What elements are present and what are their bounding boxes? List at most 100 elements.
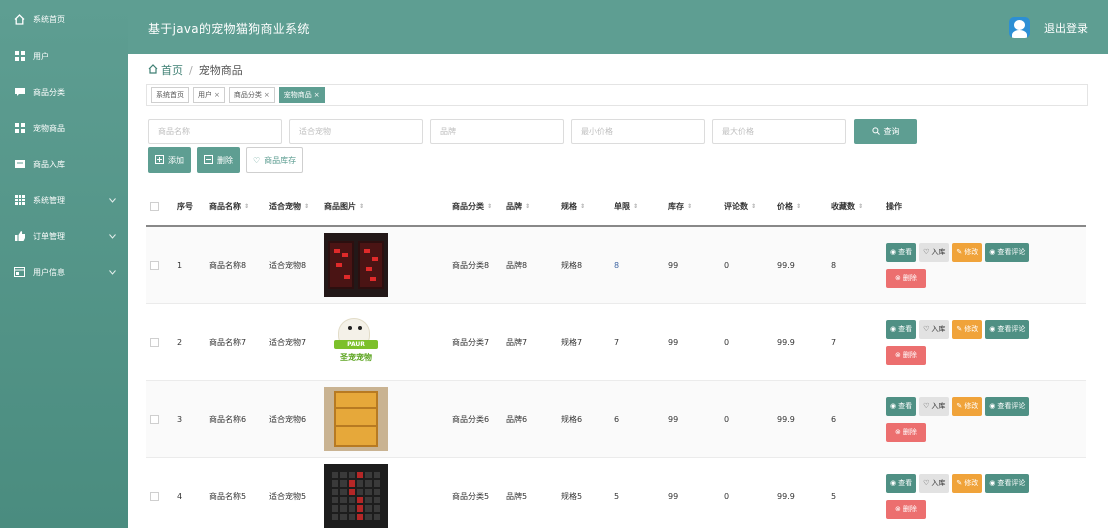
top-header: 基于java的宠物猫狗商业系统 退出登录 — [128, 0, 1108, 54]
cell-no-value: 3 — [177, 414, 183, 424]
edit-button[interactable]: ✎ 修改 — [952, 473, 983, 493]
cell-category-value: 商品分类6 — [452, 414, 490, 424]
cell-pet: 适合宠物5 — [269, 491, 324, 502]
column-header[interactable]: 商品分类 ⇕ — [452, 201, 506, 212]
max-price-input[interactable] — [712, 119, 846, 144]
sidebar-item-6[interactable]: 订单管理 — [0, 218, 128, 254]
view-reviews-button[interactable]: ◉ 查看评论 — [985, 319, 1030, 339]
cell-name-value: 商品名称8 — [209, 260, 247, 270]
view-reviews-button[interactable]: ◉ 查看评论 — [985, 473, 1030, 493]
edit-button-label: 修改 — [964, 248, 979, 256]
product-image — [324, 464, 388, 528]
column-header[interactable]: 序号 — [177, 201, 209, 212]
sort-icon[interactable]: ⇕ — [796, 203, 801, 210]
close-icon[interactable]: × — [264, 91, 270, 99]
sidebar-item-7[interactable]: 用户信息 — [0, 254, 128, 290]
sort-icon[interactable]: ⇕ — [858, 203, 863, 210]
column-header[interactable]: 库存 ⇕ — [668, 201, 724, 212]
row-checkbox[interactable] — [150, 337, 159, 347]
home-icon — [148, 63, 158, 77]
tag-2[interactable]: 商品分类 × — [228, 87, 275, 103]
chevron-down-icon — [109, 232, 116, 241]
add-button[interactable]: 添加 — [148, 147, 191, 173]
column-header-label: 库存 — [668, 202, 684, 211]
search-button[interactable]: 查询 — [854, 119, 917, 144]
edit-button[interactable]: ✎ 修改 — [952, 396, 983, 416]
pet-type-input[interactable] — [289, 119, 423, 144]
column-header[interactable]: 收藏数 ⇕ — [831, 201, 886, 212]
edit-button-label: 修改 — [964, 325, 979, 333]
close-icon[interactable]: × — [214, 91, 220, 99]
column-header[interactable]: 商品图片 ⇕ — [324, 201, 452, 212]
stock-in-button[interactable]: ♡ 入库 — [919, 396, 950, 416]
edit-icon: ✎ — [956, 325, 963, 333]
cell-no-value: 4 — [177, 491, 183, 501]
row-delete-button[interactable]: ⊗ 删除 — [886, 268, 926, 288]
brand-input[interactable] — [430, 119, 564, 144]
stock-in-button[interactable]: ♡ 入库 — [919, 473, 950, 493]
heart-icon: ♡ — [923, 479, 930, 487]
row-checkbox[interactable] — [150, 260, 159, 270]
column-header[interactable]: 适合宠物 ⇕ — [269, 201, 324, 212]
breadcrumb-home[interactable]: 首页 — [161, 62, 183, 78]
sort-icon[interactable]: ⇕ — [633, 203, 638, 210]
stock-in-button[interactable]: ♡ 入库 — [919, 242, 950, 262]
sidebar-item-0[interactable]: 系统首页 — [0, 0, 128, 38]
edit-button[interactable]: ✎ 修改 — [952, 319, 983, 339]
tag-1[interactable]: 用户 × — [193, 87, 225, 103]
tag-3[interactable]: 宠物商品 × — [278, 87, 325, 103]
cell-price: 99.9 — [777, 415, 831, 424]
select-all-checkbox[interactable] — [150, 202, 159, 211]
view-button[interactable]: ◉ 查看 — [886, 396, 917, 416]
sort-icon[interactable]: ⇕ — [751, 203, 756, 210]
column-header[interactable]: 单限 ⇕ — [614, 201, 668, 212]
column-header[interactable]: 品牌 ⇕ — [506, 201, 561, 212]
column-header[interactable]: 评论数 ⇕ — [724, 201, 777, 212]
row-checkbox[interactable] — [150, 491, 159, 501]
avatar[interactable] — [1009, 17, 1030, 38]
heart-icon: ♡ — [923, 248, 930, 256]
min-price-input[interactable] — [571, 119, 705, 144]
stock-in-button[interactable]: ♡ 入库 — [919, 319, 950, 339]
row-delete-button[interactable]: ⊗ 删除 — [886, 499, 926, 519]
tag-0[interactable]: 系统首页 — [151, 87, 189, 103]
cell-pet-value: 适合宠物7 — [269, 337, 307, 347]
edit-button[interactable]: ✎ 修改 — [952, 242, 983, 262]
main-content: 首页 / 宠物商品 系统首页用户×商品分类×宠物商品× 查询 添加 删除 — [128, 54, 1108, 528]
sidebar-item-5[interactable]: 系统管理 — [0, 182, 128, 218]
close-icon[interactable]: × — [314, 91, 320, 99]
view-reviews-button[interactable]: ◉ 查看评论 — [985, 242, 1030, 262]
view-reviews-button[interactable]: ◉ 查看评论 — [985, 396, 1030, 416]
view-button[interactable]: ◉ 查看 — [886, 473, 917, 493]
sort-icon[interactable]: ⇕ — [580, 203, 585, 210]
delete-button-label: 删除 — [217, 155, 233, 165]
column-header[interactable]: 操作 — [886, 201, 1046, 212]
stock-button[interactable]: ♡ 商品库存 — [246, 147, 304, 173]
sort-icon[interactable]: ⇕ — [687, 203, 692, 210]
column-header[interactable]: 商品名称 ⇕ — [209, 201, 269, 212]
row-delete-button[interactable]: ⊗ 删除 — [886, 345, 926, 365]
heart-icon: ♡ — [923, 325, 930, 333]
view-button[interactable]: ◉ 查看 — [886, 242, 917, 262]
cell-no-value: 2 — [177, 337, 183, 347]
sort-icon[interactable]: ⇕ — [487, 203, 492, 210]
column-header[interactable]: 规格 ⇕ — [561, 201, 614, 212]
sidebar-item-2[interactable]: 商品分类 — [0, 74, 128, 110]
edit-icon: ✎ — [956, 402, 963, 410]
sort-icon[interactable]: ⇕ — [304, 203, 309, 210]
row-delete-button[interactable]: ⊗ 删除 — [886, 422, 926, 442]
sidebar-item-1[interactable]: 用户 — [0, 38, 128, 74]
sidebar-item-4[interactable]: 商品入库 — [0, 146, 128, 182]
sidebar-item-3[interactable]: 宠物商品 — [0, 110, 128, 146]
product-name-input[interactable] — [148, 119, 282, 144]
row-checkbox[interactable] — [150, 414, 159, 424]
view-button[interactable]: ◉ 查看 — [886, 319, 917, 339]
table-icon — [14, 195, 25, 206]
sort-icon[interactable]: ⇕ — [359, 203, 364, 210]
sort-icon[interactable]: ⇕ — [525, 203, 530, 210]
delete-button[interactable]: 删除 — [197, 147, 240, 173]
logout-button[interactable]: 退出登录 — [1044, 20, 1088, 36]
column-header[interactable]: 价格 ⇕ — [777, 201, 831, 212]
eye-icon: ◉ — [890, 402, 897, 410]
sort-icon[interactable]: ⇕ — [244, 203, 249, 210]
